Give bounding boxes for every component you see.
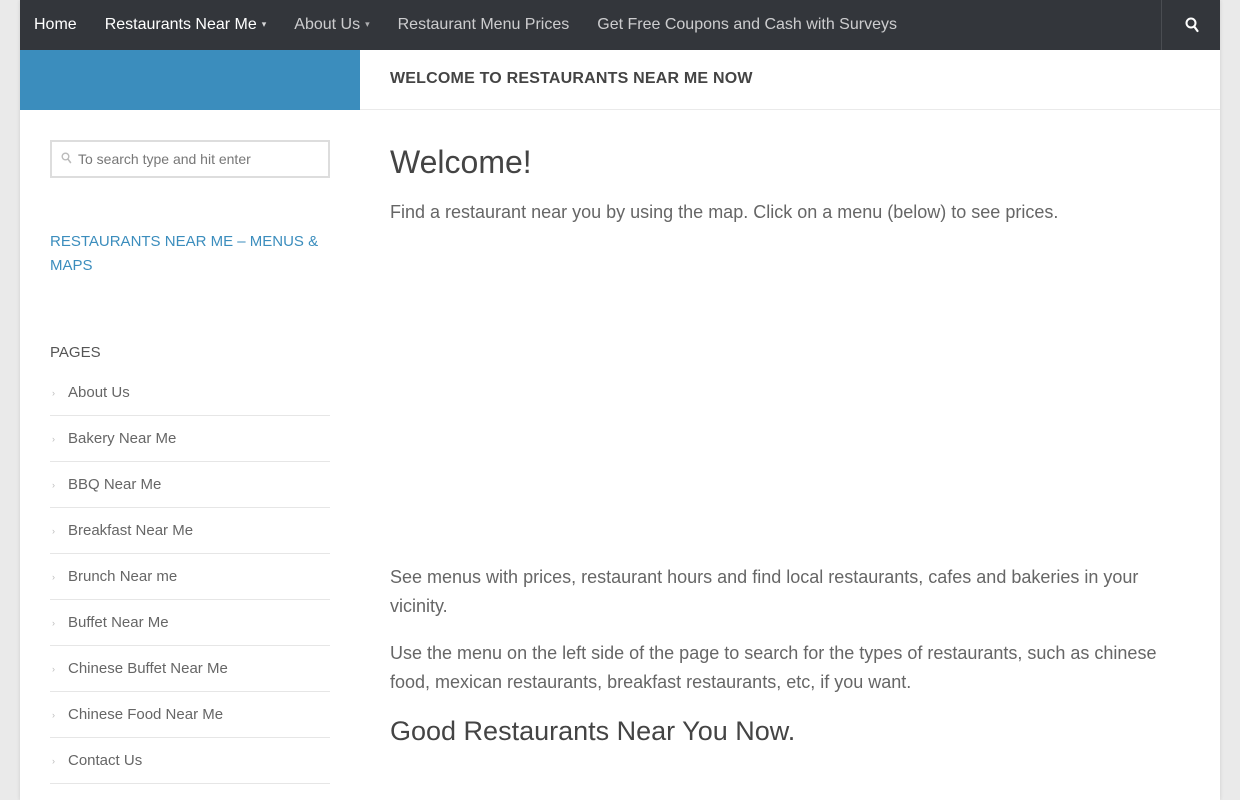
- nav-item-label: Get Free Coupons and Cash with Surveys: [597, 16, 897, 33]
- list-item[interactable]: › About Us: [50, 370, 330, 416]
- page-wrapper: Home Restaurants Near Me ▾ About Us ▾ Rest…: [20, 0, 1220, 800]
- list-item[interactable]: › Bakery Near Me: [50, 416, 330, 462]
- list-item[interactable]: › Brunch Near me: [50, 554, 330, 600]
- nav-item-free-coupons[interactable]: Get Free Coupons and Cash with Surveys: [583, 0, 911, 50]
- top-navigation: Home Restaurants Near Me ▾ About Us ▾ Rest…: [20, 0, 1220, 50]
- list-item-label: Chinese Buffet Near Me: [68, 660, 228, 677]
- chevron-right-icon: ›: [52, 617, 55, 628]
- chevron-right-icon: ›: [52, 479, 55, 490]
- chevron-down-icon: ▾: [261, 19, 267, 29]
- nav-item-restaurants-near-me[interactable]: Restaurants Near Me ▾: [91, 0, 281, 50]
- pages-heading: PAGES: [50, 344, 101, 361]
- chevron-right-icon: ›: [52, 663, 55, 674]
- nav-menu: Home Restaurants Near Me ▾ About Us ▾ Rest…: [20, 0, 911, 50]
- intro-paragraph: Find a restaurant near you by using the …: [390, 202, 1059, 222]
- list-item[interactable]: › BBQ Near Me: [50, 462, 330, 508]
- list-item[interactable]: › Breakfast Near Me: [50, 508, 330, 554]
- chevron-right-icon: ›: [52, 709, 55, 720]
- nav-search-button[interactable]: [1161, 0, 1220, 50]
- nav-item-label: Restaurants Near Me: [104, 16, 257, 33]
- chevron-right-icon: ›: [52, 571, 55, 582]
- search-input[interactable]: [78, 142, 326, 176]
- page-title: WELCOME TO RESTAURANTS NEAR ME NOW: [390, 70, 753, 87]
- list-item-label: Bakery Near Me: [68, 430, 177, 447]
- list-item-label: Chinese Food Near Me: [68, 706, 224, 723]
- chevron-right-icon: ›: [52, 525, 55, 536]
- header-title-bar: WELCOME TO RESTAURANTS NEAR ME NOW: [360, 50, 1220, 110]
- content-paragraph: Use the menu on the left side of the pag…: [390, 643, 1157, 692]
- content-subheading: Good Restaurants Near You Now.: [390, 716, 796, 746]
- search-icon: [1185, 17, 1199, 33]
- list-item-label: Brunch Near me: [68, 568, 178, 585]
- nav-item-restaurant-menu-prices[interactable]: Restaurant Menu Prices: [384, 0, 584, 50]
- list-item-label: About Us: [68, 384, 130, 401]
- chevron-right-icon: ›: [52, 433, 55, 444]
- list-item[interactable]: › Chinese Food Near Me: [50, 692, 330, 738]
- pages-list: › About Us › Bakery Near Me › BBQ Near Me ›…: [50, 370, 330, 784]
- sidebar: RESTAURANTS NEAR ME – MENUS & MAPS PAGES…: [50, 140, 330, 784]
- nav-item-home[interactable]: Home: [20, 0, 91, 50]
- content-paragraph: See menus with prices, restaurant hours …: [390, 567, 1139, 616]
- widget-title[interactable]: RESTAURANTS NEAR ME – MENUS & MAPS: [50, 230, 330, 278]
- list-item[interactable]: › Buffet Near Me: [50, 600, 330, 646]
- list-item-label: BBQ Near Me: [68, 476, 162, 493]
- list-item-label: Contact Us: [68, 752, 143, 769]
- nav-item-label: About Us: [294, 16, 361, 33]
- nav-item-label: Home: [34, 16, 77, 33]
- sidebar-search: [50, 140, 330, 178]
- list-item[interactable]: › Contact Us: [50, 738, 330, 784]
- nav-item-about-us[interactable]: About Us ▾: [280, 0, 383, 50]
- chevron-right-icon: ›: [52, 755, 55, 766]
- chevron-right-icon: ›: [52, 387, 55, 398]
- chevron-down-icon: ▾: [365, 19, 370, 29]
- content-heading: Welcome!: [390, 144, 532, 180]
- list-item-label: Buffet Near Me: [68, 614, 169, 631]
- header-brand-block: [20, 50, 360, 110]
- list-item[interactable]: › Chinese Buffet Near Me: [50, 646, 330, 692]
- list-item-label: Breakfast Near Me: [68, 522, 194, 539]
- search-icon: [61, 152, 72, 164]
- nav-item-label: Restaurant Menu Prices: [397, 16, 570, 33]
